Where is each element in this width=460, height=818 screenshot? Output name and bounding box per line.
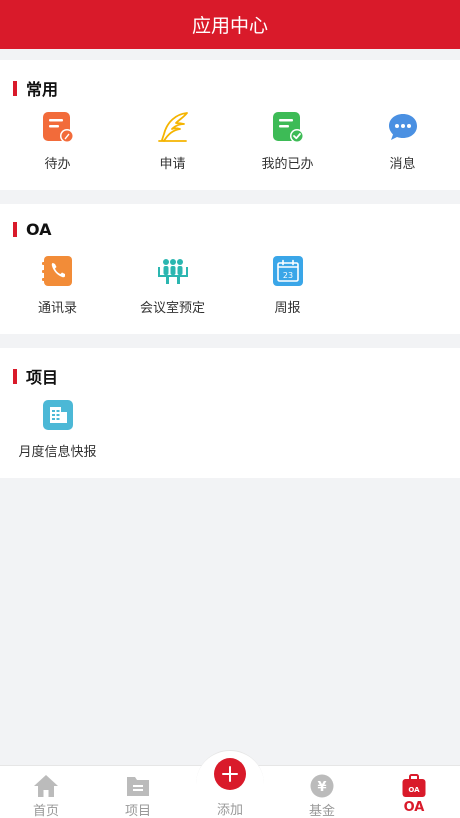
app-item-meeting-room[interactable]: 会议室预定: [115, 254, 230, 316]
app-item-todo[interactable]: 待办: [0, 110, 115, 172]
app-item-done[interactable]: 我的已办: [230, 110, 345, 172]
feather-pen-icon: [157, 112, 188, 142]
section-label: OA: [26, 220, 52, 239]
app-item-label: 待办: [44, 157, 71, 172]
app-item-label: 申请: [159, 157, 186, 172]
tab-fund[interactable]: ¥ 基金: [276, 766, 368, 818]
todo-icon: [42, 112, 74, 143]
yuan-coin-icon: ¥: [310, 774, 334, 798]
app-item-monthly-report[interactable]: 月度信息快报: [0, 398, 115, 460]
section-title: 常用: [13, 76, 58, 100]
tab-label: 基金: [308, 804, 335, 818]
page-title: 应用中心: [191, 15, 268, 37]
tab-oa[interactable]: OA OA: [368, 766, 460, 818]
tab-project[interactable]: 项目: [92, 766, 184, 818]
app-item-label: 通讯录: [37, 301, 77, 316]
app-item-label: 我的已办: [261, 157, 314, 172]
section-title: OA: [13, 220, 52, 239]
phone-book-icon: [41, 256, 72, 286]
tab-label: 首页: [32, 804, 59, 818]
app-item-apply[interactable]: 申请: [115, 110, 230, 172]
section-accent-bar: [13, 80, 17, 96]
briefcase-icon: OA: [402, 774, 426, 797]
section-title: 项目: [13, 364, 58, 388]
section-label: 常用: [26, 80, 59, 99]
home-icon: [34, 775, 58, 797]
app-item-label: 周报: [274, 301, 301, 316]
add-label: 添加: [216, 803, 243, 818]
app-item-label: 会议室预定: [139, 301, 205, 316]
calendar-day: 23: [282, 271, 292, 280]
app-item-weekly-report[interactable]: 23 周报: [230, 254, 345, 316]
meeting-room-icon: [157, 259, 188, 284]
section-label: 项目: [26, 368, 59, 387]
section-accent-bar: [13, 368, 17, 384]
plus-icon: [222, 766, 238, 782]
section-project: 项目 月度信息快报: [0, 348, 460, 478]
calendar-icon: 23: [272, 256, 303, 286]
tab-label: OA: [403, 800, 425, 815]
app-header: 应用中心: [0, 0, 460, 49]
tab-label: 项目: [124, 804, 151, 818]
section-accent-bar: [13, 222, 17, 237]
folder-icon: [127, 777, 149, 796]
building-report-icon: [42, 400, 73, 430]
chat-bubble-icon: [388, 114, 417, 140]
add-button[interactable]: [214, 758, 246, 790]
app-item-message[interactable]: 消息: [345, 110, 460, 172]
app-item-label: 月度信息快报: [18, 445, 97, 460]
yuan-symbol: ¥: [317, 780, 326, 795]
bottom-tab-bar: 首页 项目 添加 ¥ 基金 OA OA: [0, 750, 460, 818]
done-list-icon: [272, 112, 304, 143]
section-oa: OA 通讯录 会议室预定 23 周报: [0, 204, 460, 334]
section-common: 常用 待办 申请 我的已办 消息: [0, 60, 460, 190]
app-item-contacts[interactable]: 通讯录: [0, 254, 115, 316]
tab-home[interactable]: 首页: [0, 766, 92, 818]
oa-badge-text: OA: [408, 786, 420, 794]
app-item-label: 消息: [389, 157, 416, 172]
